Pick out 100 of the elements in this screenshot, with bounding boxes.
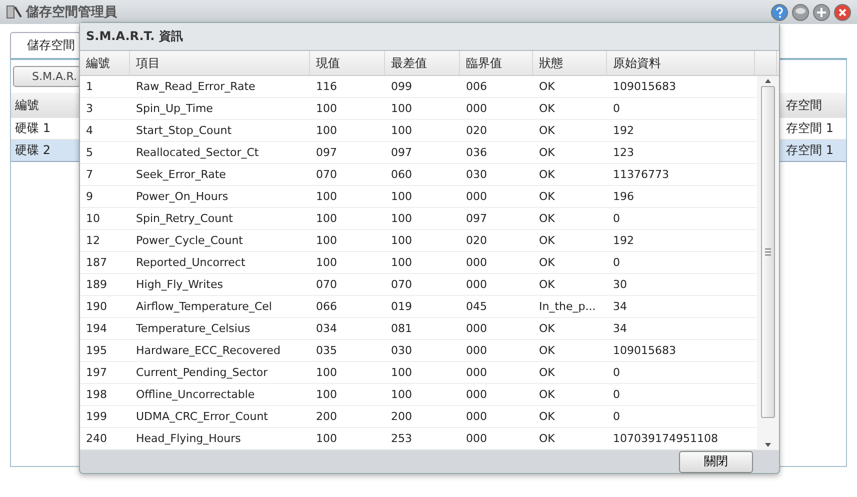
column-header[interactable]: 編號: [11, 96, 39, 114]
dialog-title: S.M.A.R.T. 資訊: [80, 23, 779, 51]
table-cell-text: OK: [538, 212, 556, 225]
table-cell-text: 099: [390, 80, 413, 93]
table-cell-text: 100: [315, 212, 338, 225]
table-cell-text: 100: [315, 432, 338, 445]
table-cell-text: OK: [538, 388, 556, 401]
app-icon: [6, 4, 22, 20]
table-cell-text: 197: [85, 366, 108, 379]
table-cell-text: 066: [315, 300, 338, 313]
table-cell-text: 109015683: [612, 344, 677, 357]
column-header[interactable]: 編號: [80, 51, 130, 75]
table-cell-text: 097: [390, 146, 413, 159]
table-cell-text: 036: [465, 146, 488, 159]
table-cell-text: 060: [390, 168, 413, 181]
table-cell-text: 100: [390, 124, 413, 137]
table-cell-text: 000: [465, 410, 488, 423]
column-header[interactable]: 狀態: [533, 51, 607, 75]
table-cell-text: 1: [85, 80, 94, 93]
table-cell-text: 0: [612, 388, 621, 401]
table-cell-text: 硬碟 1: [14, 120, 50, 137]
table-cell-text: OK: [538, 344, 556, 357]
table-cell-text: 0: [612, 212, 621, 225]
help-icon[interactable]: [771, 4, 788, 20]
table-cell-text: 11376773: [612, 168, 670, 181]
table-cell-text: 196: [612, 190, 635, 203]
table-cell-text: Power_Cycle_Count: [135, 234, 244, 247]
table-cell-text: 240: [85, 432, 108, 445]
table-cell-text: 190: [85, 300, 108, 313]
table-cell-text: 100: [390, 256, 413, 269]
table-cell-text: 000: [465, 102, 488, 115]
table-cell-text: 10: [85, 212, 101, 225]
table-cell-text: Current_Pending_Sector: [135, 366, 269, 379]
table-cell-text: OK: [538, 322, 556, 335]
table-cell-text: OK: [538, 168, 556, 181]
column-header[interactable]: 原始資料: [607, 51, 755, 75]
table-cell-text: 100: [315, 256, 338, 269]
table-cell-text: 199: [85, 410, 108, 423]
table-cell-text: 035: [315, 344, 338, 357]
table-cell-text: 30: [612, 278, 628, 291]
table-cell-text: 4: [85, 124, 94, 137]
table-cell-text: 硬碟 2: [14, 142, 50, 159]
table-cell-text: 019: [390, 300, 413, 313]
column-header[interactable]: 存空間: [782, 96, 822, 114]
table-cell-text: 000: [465, 256, 488, 269]
table-cell-text: 0: [612, 256, 621, 269]
table-cell-text: 030: [465, 168, 488, 181]
close-button[interactable]: 關閉: [679, 450, 753, 472]
smart-button[interactable]: S.M.A.R.: [13, 66, 81, 87]
scrollbar[interactable]: [757, 76, 779, 450]
table-cell-text: Reported_Uncorrect: [135, 256, 246, 269]
table-cell-text: 100: [315, 234, 338, 247]
table-cell-text: 000: [465, 388, 488, 401]
table-cell-text: OK: [538, 366, 556, 379]
table-cell-text: 097: [315, 146, 338, 159]
grip-icon: [765, 248, 771, 256]
table-cell-text: OK: [538, 278, 556, 291]
table-cell-text: 006: [465, 80, 488, 93]
table-cell-text: Spin_Up_Time: [135, 102, 214, 115]
table-cell-text: Head_Flying_Hours: [135, 432, 242, 445]
table-cell-text: OK: [538, 80, 556, 93]
table-cell-text: UDMA_CRC_Error_Count: [135, 410, 269, 423]
table-cell-text: Offline_Uncorrectable: [135, 388, 256, 401]
column-header[interactable]: 臨界值: [460, 51, 533, 75]
table-cell-text: 100: [390, 190, 413, 203]
table-cell-text: 7: [85, 168, 94, 181]
table-cell-text: 100: [390, 102, 413, 115]
column-header[interactable]: 現值: [310, 51, 385, 75]
table-cell-text: OK: [538, 190, 556, 203]
table-cell-text: 194: [85, 322, 108, 335]
table-cell-text: In_the_p...: [538, 300, 597, 313]
column-header[interactable]: 項目: [130, 51, 310, 75]
table-cell-text: 100: [315, 366, 338, 379]
table-cell-text: 000: [465, 278, 488, 291]
table-cell-text: 020: [465, 124, 488, 137]
table-cell-text: 189: [85, 278, 108, 291]
table-cell-text: Airflow_Temperature_Cel: [135, 300, 273, 313]
table-cell-text: 195: [85, 344, 108, 357]
maximize-icon[interactable]: [813, 4, 830, 20]
table-cell-text: Seek_Error_Rate: [135, 168, 227, 181]
table-cell-text: 070: [390, 278, 413, 291]
table-cell-text: 200: [315, 410, 338, 423]
table-cell-text: 100: [315, 190, 338, 203]
minimize-icon[interactable]: [792, 4, 809, 20]
column-header[interactable]: 最差值: [385, 51, 460, 75]
table-cell-text: Hardware_ECC_Recovered: [135, 344, 282, 357]
table-cell-text: High_Fly_Writes: [135, 278, 224, 291]
table-cell-text: Power_On_Hours: [135, 190, 230, 203]
table-cell-text: OK: [538, 432, 556, 445]
table-cell-text: 34: [612, 300, 628, 313]
table-cell-text: 200: [390, 410, 413, 423]
table-cell-text: 0: [612, 366, 621, 379]
table-cell-text: 045: [465, 300, 488, 313]
table-cell-text: 3: [85, 102, 94, 115]
table-cell-text: 0: [612, 410, 621, 423]
close-icon[interactable]: [834, 4, 851, 20]
table-cell-text: Temperature_Celsius: [135, 322, 252, 335]
table-cell-text: Raw_Read_Error_Rate: [135, 80, 256, 93]
table-cell-text: OK: [538, 124, 556, 137]
table-cell-text: 020: [465, 234, 488, 247]
